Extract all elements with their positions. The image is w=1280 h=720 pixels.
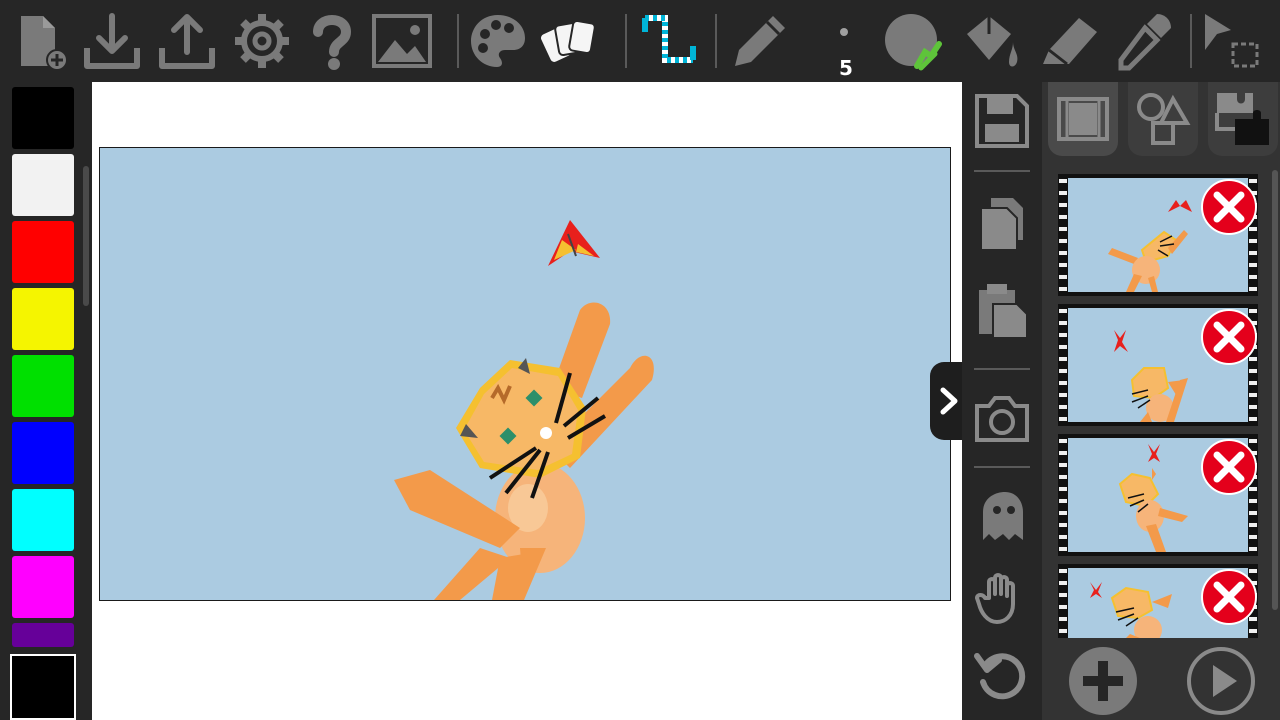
animation-button[interactable] [638, 6, 702, 76]
tab-frames[interactable] [1048, 82, 1118, 156]
eyedropper-button[interactable] [1112, 6, 1176, 76]
camera-button[interactable] [972, 388, 1032, 450]
paste-icon [979, 284, 1028, 339]
paste-frame-button[interactable] [972, 280, 1032, 342]
color-palette [0, 82, 92, 720]
color-swatch-cyan[interactable] [12, 489, 74, 551]
color-swatch-green[interactable] [12, 355, 74, 417]
sidebar-divider [974, 466, 1030, 468]
tab-shapes[interactable] [1128, 82, 1198, 156]
delete-frame-button[interactable] [1200, 438, 1258, 496]
upload-icon [159, 14, 215, 69]
help-button[interactable] [300, 6, 364, 76]
undo-icon [974, 653, 1026, 700]
add-frame-button[interactable] [1066, 644, 1140, 718]
image-button[interactable] [370, 6, 434, 76]
paint-bucket-icon [967, 16, 1018, 67]
frame-thumbnail-4[interactable] [1058, 564, 1258, 638]
new-file-icon [21, 16, 68, 71]
tab-puzzle[interactable] [1208, 82, 1278, 156]
select-icon [1205, 14, 1259, 68]
top-toolbar: 5 [0, 0, 1280, 82]
toolbar-divider [715, 14, 717, 68]
onion-skin-button[interactable] [972, 486, 1032, 548]
puzzle-icon [1215, 93, 1269, 145]
upload-button[interactable] [155, 6, 219, 76]
help-icon [313, 15, 352, 70]
color-swatch-yellow[interactable] [12, 288, 74, 350]
copy-icon [980, 198, 1023, 251]
gear-icon [235, 14, 289, 68]
toolbar-divider [457, 14, 459, 68]
current-color-swatch[interactable] [10, 654, 76, 720]
butterfly-drawing [548, 220, 600, 266]
undo-button[interactable] [972, 644, 1032, 706]
frame-thumbnail-3[interactable] [1058, 434, 1258, 556]
cards-icon [541, 19, 596, 62]
eyedropper-icon [1118, 14, 1171, 71]
eraser-icon [1043, 18, 1097, 66]
hand-icon [975, 573, 1015, 624]
play-icon [1187, 647, 1255, 715]
palette-button[interactable] [466, 6, 530, 76]
delete-frame-button[interactable] [1200, 308, 1258, 366]
save-icon [975, 94, 1029, 148]
delete-frame-button[interactable] [1200, 568, 1258, 626]
new-file-button[interactable] [8, 6, 72, 76]
brush-size-value: 5 [839, 56, 853, 80]
play-button[interactable] [1184, 644, 1258, 718]
frames-scrollbar[interactable] [1272, 170, 1278, 610]
camera-icon [975, 396, 1029, 442]
animation-icon [642, 15, 696, 63]
sidebar-divider [974, 170, 1030, 172]
fill-shape-button[interactable] [880, 6, 944, 76]
frame-actions-sidebar [962, 82, 1042, 720]
brush-size-control[interactable]: 5 [808, 6, 868, 80]
delete-frame-button[interactable] [1200, 178, 1258, 236]
cat-drawing [394, 220, 654, 600]
ghost-icon [983, 492, 1023, 540]
palette-icon [471, 15, 525, 67]
paint-bucket-button[interactable] [958, 6, 1022, 76]
sidebar-divider [974, 368, 1030, 370]
color-swatch-purple[interactable] [12, 623, 74, 647]
color-swatch-red[interactable] [12, 221, 74, 283]
download-icon [84, 13, 140, 69]
color-swatch-black[interactable] [12, 87, 74, 149]
download-button[interactable] [80, 6, 144, 76]
color-swatch-white[interactable] [12, 154, 74, 216]
drawing-area[interactable] [92, 82, 962, 720]
frames-panel [1042, 82, 1280, 720]
settings-button[interactable] [230, 6, 294, 76]
drawing-canvas[interactable] [99, 147, 951, 601]
plus-circle-icon [1069, 647, 1137, 715]
color-swatch-blue[interactable] [12, 422, 74, 484]
palette-scrollbar[interactable] [83, 166, 89, 306]
toolbar-divider [1190, 14, 1192, 68]
select-button[interactable] [1200, 6, 1264, 76]
copy-frame-button[interactable] [972, 192, 1032, 254]
cards-button[interactable] [540, 6, 604, 76]
pencil-icon [735, 16, 785, 66]
pencil-button[interactable] [728, 6, 792, 76]
pan-button[interactable] [972, 566, 1032, 628]
image-icon [372, 14, 432, 68]
brush-size-dot [840, 28, 848, 36]
film-strip-icon [1057, 97, 1109, 141]
save-button[interactable] [972, 90, 1032, 152]
color-swatch-magenta[interactable] [12, 556, 74, 618]
circle-fill-icon [885, 14, 942, 71]
frame-thumbnail-2[interactable] [1058, 304, 1258, 426]
chevron-right-icon [940, 387, 958, 415]
toolbar-divider [625, 14, 627, 68]
shapes-icon [1137, 93, 1191, 145]
frame-thumbnail-1[interactable] [1058, 174, 1258, 296]
eraser-button[interactable] [1038, 6, 1102, 76]
